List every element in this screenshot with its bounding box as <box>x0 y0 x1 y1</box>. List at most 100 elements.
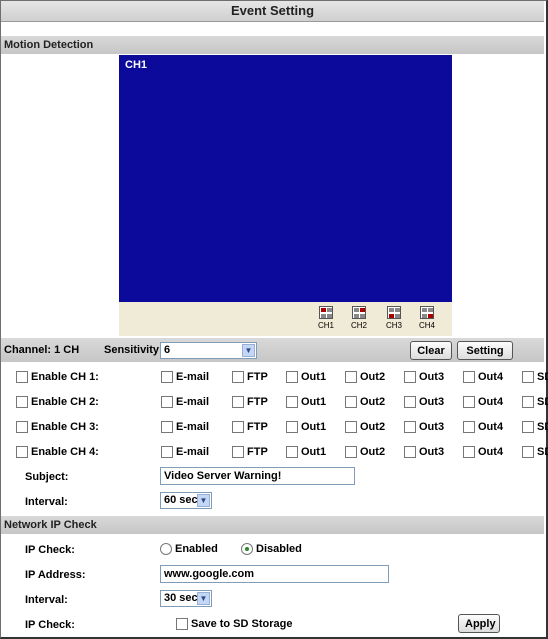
checkbox[interactable] <box>345 396 357 408</box>
sd-checkbox[interactable]: SD <box>522 396 548 408</box>
email-checkbox[interactable]: E-mail <box>161 396 209 408</box>
interval-select[interactable]: 60 sec ▼ <box>160 492 212 509</box>
save-to-sd-checkbox[interactable]: Save to SD Storage <box>176 618 292 630</box>
out2-checkbox[interactable]: Out2 <box>345 446 385 458</box>
checkbox[interactable] <box>463 421 475 433</box>
channel-button-ch3[interactable]: CH3 <box>381 306 407 334</box>
checkbox[interactable] <box>522 371 534 383</box>
email-checkbox[interactable]: E-mail <box>161 371 209 383</box>
checkbox[interactable] <box>232 396 244 408</box>
ip-check-enabled-radio[interactable]: Enabled <box>160 543 218 555</box>
action-label: Out4 <box>478 396 504 408</box>
sd-checkbox[interactable]: SD <box>522 371 548 383</box>
radio-button-selected[interactable] <box>241 543 253 555</box>
email-checkbox[interactable]: E-mail <box>161 421 209 433</box>
checkbox[interactable] <box>345 446 357 458</box>
action-label: Out4 <box>478 371 504 383</box>
ip-address-input[interactable]: www.google.com <box>160 565 389 583</box>
checkbox[interactable] <box>232 371 244 383</box>
ftp-checkbox[interactable]: FTP <box>232 421 268 433</box>
enable-ch4-checkbox[interactable]: Enable CH 4: <box>16 446 99 458</box>
checkbox[interactable] <box>463 446 475 458</box>
checkbox[interactable] <box>286 421 298 433</box>
ftp-checkbox[interactable]: FTP <box>232 396 268 408</box>
checkbox[interactable] <box>345 371 357 383</box>
email-checkbox[interactable]: E-mail <box>161 446 209 458</box>
enable-ch1-checkbox[interactable]: Enable CH 1: <box>16 371 99 383</box>
channel-button-label: CH1 <box>317 321 334 330</box>
checkbox[interactable] <box>176 618 188 630</box>
action-label: Out4 <box>478 446 504 458</box>
sd-checkbox[interactable]: SD <box>522 446 548 458</box>
checkbox[interactable] <box>286 396 298 408</box>
action-label: Out1 <box>301 396 327 408</box>
sensitivity-value: 6 <box>164 344 171 356</box>
out4-checkbox[interactable]: Out4 <box>463 421 503 433</box>
action-label: Out2 <box>360 421 386 433</box>
checkbox[interactable] <box>463 396 475 408</box>
checkbox[interactable] <box>16 446 28 458</box>
checkbox[interactable] <box>286 446 298 458</box>
checkbox[interactable] <box>161 396 173 408</box>
ip-check-disabled-radio[interactable]: Disabled <box>241 543 302 555</box>
checkbox[interactable] <box>286 371 298 383</box>
apply-button[interactable]: Apply <box>458 614 500 633</box>
checkbox[interactable] <box>463 371 475 383</box>
channel-button-ch1[interactable]: CH1 <box>313 306 339 334</box>
checkbox[interactable] <box>161 446 173 458</box>
checkbox[interactable] <box>232 421 244 433</box>
checkbox[interactable] <box>522 421 534 433</box>
ftp-checkbox[interactable]: FTP <box>232 446 268 458</box>
action-label: Out1 <box>301 371 327 383</box>
setting-button[interactable]: Setting <box>457 341 513 360</box>
ftp-checkbox[interactable]: FTP <box>232 371 268 383</box>
checkbox[interactable] <box>16 371 28 383</box>
out1-checkbox[interactable]: Out1 <box>286 396 326 408</box>
channel-button-label: CH2 <box>350 321 367 330</box>
channel-button-ch4[interactable]: CH4 <box>414 306 440 334</box>
out3-checkbox[interactable]: Out3 <box>404 421 444 433</box>
grid-icon <box>319 306 333 319</box>
action-label: Out2 <box>360 396 386 408</box>
out2-checkbox[interactable]: Out2 <box>345 421 385 433</box>
checkbox[interactable] <box>345 421 357 433</box>
checkbox[interactable] <box>404 371 416 383</box>
out3-checkbox[interactable]: Out3 <box>404 396 444 408</box>
checkbox[interactable] <box>232 446 244 458</box>
out1-checkbox[interactable]: Out1 <box>286 371 326 383</box>
action-label: FTP <box>247 421 268 433</box>
out1-checkbox[interactable]: Out1 <box>286 446 326 458</box>
out3-checkbox[interactable]: Out3 <box>404 371 444 383</box>
checkbox[interactable] <box>16 396 28 408</box>
radio-button[interactable] <box>160 543 172 555</box>
enable-ch2-checkbox[interactable]: Enable CH 2: <box>16 396 99 408</box>
action-label: Out3 <box>419 396 445 408</box>
checkbox[interactable] <box>522 446 534 458</box>
out4-checkbox[interactable]: Out4 <box>463 371 503 383</box>
chevron-down-icon: ▼ <box>197 592 210 605</box>
enable-ch3-checkbox[interactable]: Enable CH 3: <box>16 421 99 433</box>
subject-input[interactable]: Video Server Warning! <box>160 467 355 485</box>
out2-checkbox[interactable]: Out2 <box>345 396 385 408</box>
out3-checkbox[interactable]: Out3 <box>404 446 444 458</box>
checkbox[interactable] <box>161 421 173 433</box>
checkbox[interactable] <box>404 421 416 433</box>
sensitivity-select[interactable]: 6 ▼ <box>160 342 257 359</box>
clear-button[interactable]: Clear <box>410 341 452 360</box>
out1-checkbox[interactable]: Out1 <box>286 421 326 433</box>
action-label: Out3 <box>419 371 445 383</box>
out4-checkbox[interactable]: Out4 <box>463 396 503 408</box>
checkbox[interactable] <box>161 371 173 383</box>
out4-checkbox[interactable]: Out4 <box>463 446 503 458</box>
checkbox[interactable] <box>404 396 416 408</box>
grid-icon <box>352 306 366 319</box>
chevron-down-icon: ▼ <box>197 494 210 507</box>
checkbox[interactable] <box>404 446 416 458</box>
out2-checkbox[interactable]: Out2 <box>345 371 385 383</box>
disabled-label: Disabled <box>256 543 302 555</box>
checkbox[interactable] <box>16 421 28 433</box>
checkbox[interactable] <box>522 396 534 408</box>
sd-checkbox[interactable]: SD <box>522 421 548 433</box>
network-interval-select[interactable]: 30 sec ▼ <box>160 590 212 607</box>
channel-button-ch2[interactable]: CH2 <box>346 306 372 334</box>
